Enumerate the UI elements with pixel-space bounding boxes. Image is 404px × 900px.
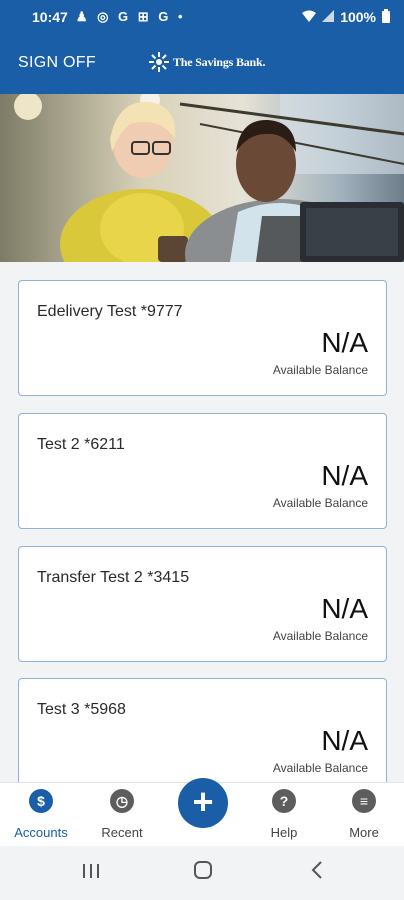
hero-banner-image bbox=[0, 94, 404, 262]
accounts-icon: $ bbox=[29, 789, 53, 813]
recent-apps-button[interactable] bbox=[78, 860, 104, 886]
wifi-icon bbox=[302, 10, 317, 25]
account-card[interactable]: Edelivery Test *9777 N/A Available Balan… bbox=[18, 280, 387, 396]
bank-logo: The Savings Bank. bbox=[148, 51, 266, 73]
back-icon bbox=[311, 861, 322, 879]
logo-text: The Savings Bank. bbox=[173, 54, 266, 69]
battery-percent: 100% bbox=[340, 9, 376, 25]
status-time: 10:47 bbox=[32, 9, 68, 25]
balance-label: Available Balance bbox=[272, 363, 368, 377]
battery-icon bbox=[382, 9, 390, 23]
notification-icons: ♟ ◎ G ⊞ G • bbox=[75, 9, 186, 24]
nav-help-label: Help bbox=[270, 825, 298, 840]
sign-off-button[interactable]: SIGN OFF bbox=[18, 54, 96, 72]
nav-more-label: More bbox=[349, 825, 379, 840]
account-name: Edelivery Test *9777 bbox=[37, 303, 183, 320]
plus-icon: + bbox=[192, 781, 214, 822]
account-balance: N/A bbox=[321, 725, 368, 756]
sunburst-logo-icon bbox=[149, 52, 169, 72]
nav-accounts-label: Accounts bbox=[14, 825, 68, 840]
help-icon: ? bbox=[272, 789, 296, 813]
account-name: Test 2 *6211 bbox=[37, 436, 125, 453]
nav-recent-label: Recent bbox=[101, 825, 143, 840]
signal-icon bbox=[322, 9, 335, 25]
account-balance: N/A bbox=[321, 327, 368, 358]
hero-photo bbox=[0, 94, 404, 262]
accounts-list: Edelivery Test *9777 N/A Available Balan… bbox=[0, 262, 404, 782]
account-name: Test 3 *5968 bbox=[37, 701, 126, 718]
account-balance: N/A bbox=[321, 460, 368, 491]
account-card[interactable]: Test 2 *6211 N/A Available Balance bbox=[18, 413, 387, 529]
home-icon bbox=[194, 861, 212, 879]
account-card[interactable]: Transfer Test 2 *3415 N/A Available Bala… bbox=[18, 546, 387, 662]
bottom-nav-bar: $ Accounts ◷ Recent + ? Help ≡ More bbox=[0, 778, 404, 847]
more-icon: ≡ bbox=[352, 789, 376, 813]
nav-more[interactable]: ≡ More bbox=[324, 783, 404, 847]
add-button[interactable]: + bbox=[178, 778, 228, 828]
status-bar: 10:47 ♟ ◎ G ⊞ G • 100% bbox=[0, 0, 404, 34]
clock-icon: ◷ bbox=[110, 789, 134, 813]
nav-accounts[interactable]: $ Accounts bbox=[1, 783, 81, 847]
nav-help[interactable]: ? Help bbox=[244, 783, 324, 847]
home-button[interactable] bbox=[190, 860, 216, 886]
status-right: 100% bbox=[302, 9, 390, 25]
nav-recent[interactable]: ◷ Recent bbox=[82, 783, 162, 847]
balance-label: Available Balance bbox=[272, 761, 368, 775]
recent-apps-icon bbox=[83, 864, 99, 878]
account-balance: N/A bbox=[321, 593, 368, 624]
balance-label: Available Balance bbox=[272, 496, 368, 510]
account-name: Transfer Test 2 *3415 bbox=[37, 569, 190, 586]
system-nav-bar bbox=[0, 846, 404, 900]
app-header: SIGN OFF The Savings Bank. bbox=[0, 34, 404, 94]
back-button[interactable] bbox=[304, 860, 330, 886]
balance-label: Available Balance bbox=[272, 629, 368, 643]
account-card[interactable]: Test 3 *5968 N/A Available Balance bbox=[18, 678, 387, 782]
